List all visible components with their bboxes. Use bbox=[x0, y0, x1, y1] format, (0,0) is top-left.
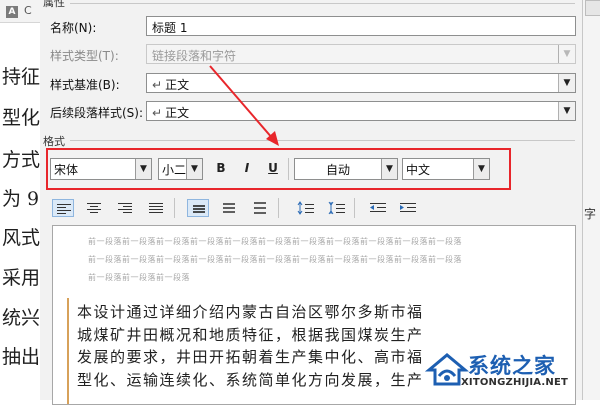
return-icon: ↵ bbox=[152, 106, 163, 120]
justify-icon bbox=[149, 203, 163, 213]
doc-line: 抽出 bbox=[2, 346, 40, 368]
style-type-select: 链接段落和字符 ▼ bbox=[146, 44, 576, 64]
single-spacing-icon bbox=[193, 205, 205, 213]
toolbar-separator bbox=[354, 198, 355, 218]
modify-style-dialog: 属性 名称(N): 标题 1 样式类型(T): 链接段落和字符 ▼ 样式基准(B… bbox=[40, 0, 582, 405]
style-based-value: ↵ 正文 bbox=[152, 78, 190, 92]
previous-paragraph-text: 前一段落前一段落前一段落前一段落前一段落前一段落前一段落前一段落前一段落前一段落… bbox=[88, 255, 462, 264]
background-document: A C 持征 型化 方式 为 9 风式 采用 统兴 抽出 bbox=[0, 0, 41, 400]
align-center-button[interactable] bbox=[83, 199, 105, 217]
previous-paragraph-text: 前一段落前一段落前一段落前一段落前一段落前一段落前一段落前一段落前一段落前一段落… bbox=[88, 237, 462, 246]
underline-button[interactable]: U bbox=[264, 159, 282, 177]
style-type-label: 样式类型(T): bbox=[50, 49, 119, 63]
decrease-spacing-before-button[interactable] bbox=[325, 199, 347, 217]
single-spacing-button[interactable] bbox=[187, 199, 209, 217]
name-label: 名称(N): bbox=[50, 21, 97, 35]
site-watermark: 系统之家 XITONGZHIJIA.NET bbox=[425, 348, 597, 398]
doc-line: 采用 bbox=[2, 267, 40, 289]
background-toolbar: A C bbox=[0, 0, 40, 23]
justify-button[interactable] bbox=[145, 199, 167, 217]
name-input[interactable]: 标题 1 bbox=[146, 16, 576, 36]
increase-spacing-before-button[interactable] bbox=[294, 199, 316, 217]
font-size-select[interactable]: 小二 ▼ bbox=[158, 158, 203, 180]
style-type-value: 链接段落和字符 bbox=[152, 49, 237, 63]
font-color-select[interactable]: 自动 ▼ bbox=[294, 158, 398, 180]
following-style-value: ↵ 正文 bbox=[152, 106, 190, 120]
toolbar-char: C bbox=[24, 4, 32, 17]
scroll-button[interactable] bbox=[585, 0, 600, 16]
font-value: 宋体 bbox=[54, 163, 79, 177]
chevron-down-icon[interactable]: ▼ bbox=[135, 159, 151, 179]
chevron-down-icon[interactable]: ▼ bbox=[381, 159, 397, 179]
increase-indent-button[interactable] bbox=[396, 199, 418, 217]
font-size-value: 小二 bbox=[162, 163, 187, 177]
double-spacing-button[interactable] bbox=[249, 199, 271, 217]
chevron-down-icon[interactable]: ▼ bbox=[558, 74, 575, 92]
doc-line: 方式 bbox=[2, 149, 40, 171]
decrease-indent-icon bbox=[370, 203, 386, 212]
group-divider bbox=[70, 3, 575, 4]
decrease-indent-button[interactable] bbox=[366, 199, 388, 217]
paragraph-marker bbox=[67, 298, 69, 404]
preview-line: 城煤矿井田概况和地质特征，根据我国煤炭生产 bbox=[77, 325, 424, 344]
italic-button[interactable]: I bbox=[238, 159, 256, 177]
background-right-edge: 字 bbox=[582, 0, 600, 400]
following-style-select[interactable]: ↵ 正文 ▼ bbox=[146, 101, 576, 121]
one-half-spacing-icon bbox=[223, 203, 235, 213]
doc-line: 风式 bbox=[2, 227, 40, 249]
font-select[interactable]: 宋体 ▼ bbox=[50, 158, 152, 180]
doc-char: 字 bbox=[584, 207, 597, 221]
doc-line: 型化 bbox=[2, 107, 40, 129]
style-based-select[interactable]: ↵ 正文 ▼ bbox=[146, 73, 576, 93]
align-right-button[interactable] bbox=[114, 199, 136, 217]
align-right-icon bbox=[118, 203, 132, 213]
align-left-button[interactable] bbox=[52, 199, 74, 217]
chevron-down-icon[interactable]: ▼ bbox=[186, 159, 202, 179]
format-group-title: 格式 bbox=[43, 135, 65, 148]
toolbar-separator bbox=[288, 158, 289, 180]
preview-line: 本设计通过详细介绍内蒙古自治区鄂尔多斯市福 bbox=[77, 303, 424, 321]
space-after-icon bbox=[328, 201, 345, 215]
script-select[interactable]: 中文 ▼ bbox=[402, 158, 490, 180]
chevron-down-icon[interactable]: ▼ bbox=[473, 159, 489, 179]
align-center-icon bbox=[87, 203, 101, 213]
return-icon: ↵ bbox=[152, 78, 163, 92]
chevron-down-icon: ▼ bbox=[558, 45, 575, 63]
toolbar-separator bbox=[174, 198, 175, 218]
doc-line: 统兴 bbox=[2, 307, 40, 329]
properties-group-title: 属性 bbox=[43, 0, 65, 9]
bold-button[interactable]: B bbox=[212, 159, 230, 177]
increase-indent-icon bbox=[400, 203, 416, 212]
font-color-value: 自动 bbox=[325, 163, 350, 177]
double-spacing-icon bbox=[254, 202, 266, 214]
chevron-down-icon[interactable]: ▼ bbox=[558, 102, 575, 120]
following-style-label: 后续段落样式(S): bbox=[50, 106, 144, 120]
align-left-icon bbox=[57, 204, 71, 214]
script-value: 中文 bbox=[406, 163, 431, 177]
watermark-url: XITONGZHIJIA.NET bbox=[461, 377, 569, 388]
style-based-label: 样式基准(B): bbox=[50, 78, 120, 92]
one-half-spacing-button[interactable] bbox=[218, 199, 240, 217]
doc-line: 为 9 bbox=[2, 188, 40, 210]
space-before-icon bbox=[297, 201, 314, 215]
previous-paragraph-text: 前一段落前一段落前一段落 bbox=[88, 273, 190, 282]
doc-line: 持征 bbox=[2, 66, 40, 88]
group-divider bbox=[70, 140, 575, 141]
toolbar-separator bbox=[278, 198, 279, 218]
watermark-brand: 系统之家 bbox=[468, 354, 556, 378]
name-value: 标题 1 bbox=[152, 21, 188, 35]
style-glyph-icon: A bbox=[6, 6, 18, 18]
